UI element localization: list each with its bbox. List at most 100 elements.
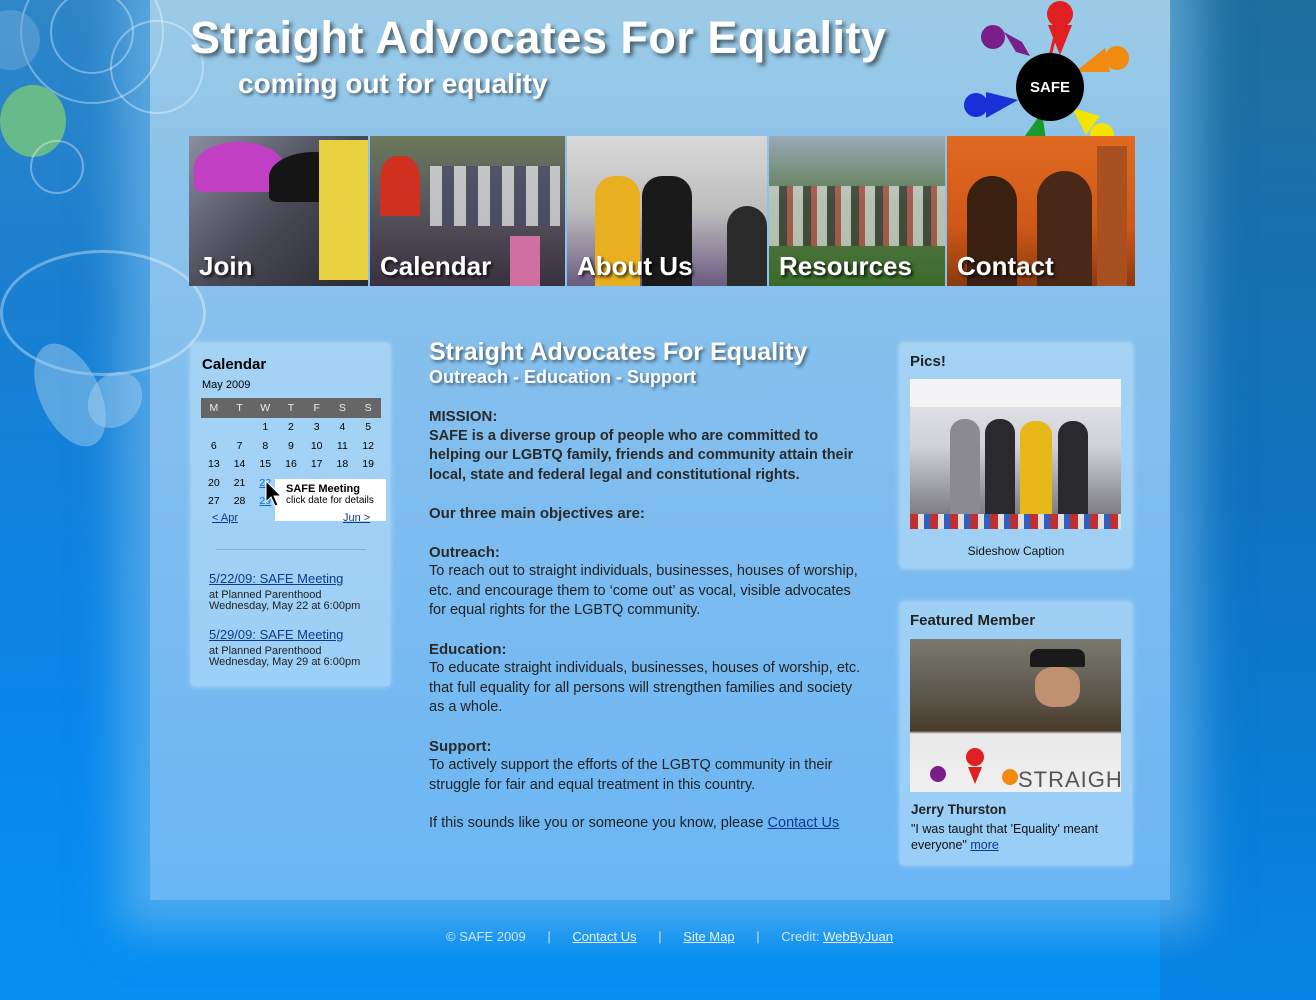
nav-resources-label: Resources	[779, 251, 912, 281]
site-tagline: coming out for equality	[238, 68, 548, 99]
mission-text: SAFE is a diverse group of people who ar…	[429, 427, 854, 483]
footer: © SAFE 2009 | Contact Us | Site Map | Cr…	[446, 929, 893, 944]
main-heading: Straight Advocates For Equality	[429, 338, 808, 366]
pics-panel: Pics! Sideshow Caption	[900, 343, 1132, 568]
pics-title: Pics!	[910, 353, 946, 370]
calendar-day: 8	[262, 439, 269, 452]
footer-copyright: © SAFE 2009	[446, 929, 526, 944]
calendar-day: 5	[365, 421, 372, 434]
footer-separator: |	[547, 929, 551, 944]
calendar-day: 19	[362, 458, 374, 471]
weekday: M	[201, 398, 227, 418]
footer-separator: |	[756, 929, 760, 944]
objectives-label: Our three main objectives are:	[429, 505, 645, 522]
education-label: Education:	[429, 640, 507, 658]
calendar-title: Calendar	[202, 356, 267, 373]
member-name: Jerry Thurston	[911, 802, 1007, 817]
weekday: S	[355, 398, 381, 418]
featured-member-panel: Featured Member STRAIGHT Jerry Thurston …	[900, 602, 1132, 865]
footer-sitemap-link[interactable]: Site Map	[683, 929, 734, 944]
nav-join[interactable]: Join	[189, 136, 368, 286]
calendar-day: 18	[336, 458, 349, 471]
banner-text: STRAIGHT	[1018, 767, 1121, 792]
calendar-day: 6	[210, 439, 217, 452]
support-label: Support:	[429, 737, 492, 755]
event-link[interactable]: 5/29/09: SAFE Meeting	[209, 628, 360, 642]
calendar-day	[201, 418, 227, 437]
event-item: 5/29/09: SAFE Meeting at Planned Parenth…	[209, 628, 360, 668]
weekday: W	[252, 398, 279, 418]
footer-separator: |	[658, 929, 662, 944]
nav-about-label: About Us	[577, 251, 693, 281]
tooltip-subtitle: click date for details	[286, 495, 374, 506]
support-text: To actively support the efforts of the L…	[429, 757, 833, 793]
mission-label: MISSION:	[429, 408, 498, 425]
mouse-pointer-icon	[265, 480, 283, 507]
weekday: T	[226, 398, 253, 418]
calendar-day: 13	[208, 458, 220, 471]
more-link[interactable]: more	[970, 838, 998, 852]
pics-slideshow-image[interactable]	[910, 379, 1121, 529]
contact-us-link[interactable]: Contact Us	[768, 815, 840, 831]
calendar-day: 10	[310, 439, 323, 452]
nav-resources[interactable]: Resources	[769, 136, 945, 286]
calendar-day	[227, 418, 253, 437]
site-title: Straight Advocates For Equality	[190, 12, 887, 63]
calendar-day: 15	[259, 458, 272, 471]
calendar-week: 13 14 15 16 17 18 19	[201, 455, 381, 474]
nav-calendar-label: Calendar	[380, 251, 492, 281]
calendar-day: 14	[233, 458, 246, 471]
weekday: S	[329, 398, 356, 418]
background-right-band	[1160, 0, 1316, 1000]
nav-about-us[interactable]: About Us	[567, 136, 767, 286]
event-link[interactable]: 5/22/09: SAFE Meeting	[209, 572, 360, 586]
calendar-prev-month-link[interactable]: < Apr	[212, 512, 238, 524]
calendar-day: 11	[336, 439, 348, 452]
main-content: Straight Advocates For Equality Outreach…	[429, 338, 869, 834]
calendar-panel: Calendar May 2009 M T W T F S S 1 2 3 4 …	[191, 343, 390, 686]
calendar-day: 20	[208, 476, 220, 489]
calendar-day: 2	[288, 421, 294, 434]
calendar-day: 3	[313, 421, 320, 434]
main-subheading: Outreach - Education - Support	[429, 367, 697, 387]
footer-contact-link[interactable]: Contact Us	[572, 929, 636, 944]
calendar-day: 4	[339, 421, 346, 434]
nav-join-label: Join	[199, 251, 253, 281]
footer-credit-label: Credit:	[781, 929, 824, 944]
closing-paragraph: If this sounds like you or someone you k…	[429, 814, 869, 834]
education-text: To educate straight individuals, busines…	[429, 660, 861, 715]
member-quote-block: "I was taught that 'Equality' meant ever…	[911, 821, 1121, 853]
outreach-text: To reach out to straight individuals, bu…	[429, 563, 858, 618]
slideshow-caption: Sideshow Caption	[967, 544, 1065, 558]
nav-calendar[interactable]: Calendar	[370, 136, 565, 286]
outreach-label: Outreach:	[429, 543, 500, 561]
tooltip-title: SAFE Meeting	[286, 483, 360, 495]
weekday: T	[278, 398, 304, 418]
calendar-week: 1 2 3 4 5	[201, 418, 381, 437]
calendar-next-month-link[interactable]: Jun >	[343, 512, 370, 524]
calendar-week: 6 7 8 9 10 11 12	[201, 437, 381, 456]
featured-title: Featured Member	[910, 612, 1036, 629]
weekday-header-row: M T W T F S S	[201, 398, 381, 418]
calendar-day: 16	[285, 458, 297, 471]
nav-contact[interactable]: Contact	[947, 136, 1135, 286]
calendar-day: 9	[288, 439, 294, 452]
calendar-month: May 2009	[202, 379, 251, 391]
weekday: F	[303, 398, 330, 418]
calendar-day: 28	[233, 495, 246, 508]
main-nav: Join Calendar About Us Resources Contact	[189, 136, 1135, 286]
nav-contact-label: Contact	[957, 251, 1054, 281]
footer-credit-link[interactable]: WebByJuan	[823, 929, 893, 944]
calendar-day: 21	[233, 476, 246, 489]
closing-text: If this sounds like you or someone you k…	[429, 815, 768, 831]
calendar-day: 12	[362, 439, 374, 452]
calendar-day: 27	[208, 495, 220, 508]
calendar-day: 17	[310, 458, 323, 471]
event-time: Wednesday, May 22 at 6:00pm	[209, 600, 361, 612]
calendar-divider	[216, 549, 366, 550]
member-quote: "I was taught that 'Equality' meant ever…	[911, 822, 1099, 852]
calendar-day: 1	[262, 421, 269, 434]
event-item: 5/22/09: SAFE Meeting at Planned Parenth…	[209, 572, 360, 612]
calendar-day: 7	[236, 439, 243, 452]
featured-member-photo[interactable]: STRAIGHT	[910, 639, 1121, 792]
